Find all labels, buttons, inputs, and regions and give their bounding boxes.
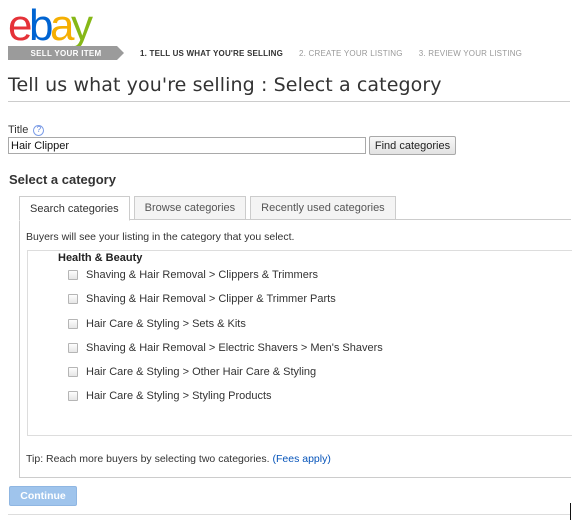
bottom-divider bbox=[8, 514, 570, 515]
ebay-logo[interactable]: e b a y bbox=[8, 1, 93, 50]
category-option[interactable]: Hair Care & Styling > Sets & Kits bbox=[68, 317, 246, 331]
category-checkbox[interactable] bbox=[68, 319, 78, 329]
category-option[interactable]: Shaving & Hair Removal > Clipper & Trimm… bbox=[68, 292, 336, 306]
progress-step-1: 1. TELL US WHAT YOU'RE SELLING bbox=[140, 48, 284, 58]
sell-your-item-badge: SELL YOUR ITEM bbox=[8, 46, 124, 60]
continue-button[interactable]: Continue bbox=[9, 486, 77, 506]
tab-search-categories[interactable]: Search categories bbox=[19, 196, 130, 221]
category-option-label: Shaving & Hair Removal > Electric Shaver… bbox=[86, 342, 383, 354]
find-categories-button[interactable]: Find categories bbox=[369, 136, 456, 155]
tab-recently-used-categories[interactable]: Recently used categories bbox=[250, 196, 396, 220]
text-cursor bbox=[570, 503, 571, 520]
help-icon[interactable]: ? bbox=[33, 124, 45, 136]
category-option[interactable]: Shaving & Hair Removal > Clippers & Trim… bbox=[68, 268, 318, 282]
tip-message: Tip: Reach more buyers by selecting two … bbox=[26, 453, 270, 465]
logo-letter-b: b bbox=[28, 1, 53, 50]
category-checkbox[interactable] bbox=[68, 294, 78, 304]
title-input[interactable] bbox=[8, 137, 366, 154]
search-categories-panel: Buyers will see your listing in the cate… bbox=[19, 219, 572, 478]
title-label: Title ? bbox=[8, 124, 45, 136]
category-option[interactable]: Shaving & Hair Removal > Electric Shaver… bbox=[68, 341, 383, 355]
category-results-box: Health & Beauty Shaving & Hair Removal >… bbox=[27, 250, 572, 436]
fees-apply-link[interactable]: (Fees apply) bbox=[272, 453, 330, 465]
category-option-label: Hair Care & Styling > Styling Products bbox=[86, 390, 272, 402]
page-title: Tell us what you're selling : Select a c… bbox=[8, 74, 442, 96]
category-tabs: Search categories Browse categories Rece… bbox=[19, 196, 400, 221]
tab-browse-categories[interactable]: Browse categories bbox=[133, 196, 247, 220]
tip-text: Tip: Reach more buyers by selecting two … bbox=[26, 453, 331, 465]
panel-intro-text: Buyers will see your listing in the cate… bbox=[26, 231, 295, 243]
progress-step-2: 2. CREATE YOUR LISTING bbox=[299, 48, 403, 58]
title-divider bbox=[8, 101, 570, 102]
select-category-heading: Select a category bbox=[9, 172, 116, 187]
listing-progress: SELL YOUR ITEM 1. TELL US WHAT YOU'RE SE… bbox=[8, 46, 530, 60]
category-option-label: Hair Care & Styling > Sets & Kits bbox=[86, 318, 246, 330]
category-checkbox[interactable] bbox=[68, 270, 78, 280]
category-option[interactable]: Hair Care & Styling > Other Hair Care & … bbox=[68, 365, 316, 379]
logo-letter-y: y bbox=[70, 1, 93, 50]
category-checkbox[interactable] bbox=[68, 391, 78, 401]
logo-letter-a: a bbox=[49, 1, 74, 50]
category-option-label: Hair Care & Styling > Other Hair Care & … bbox=[86, 366, 317, 378]
category-checkbox[interactable] bbox=[68, 343, 78, 353]
category-option-label: Shaving & Hair Removal > Clippers & Trim… bbox=[86, 269, 318, 281]
category-checkbox[interactable] bbox=[68, 367, 78, 377]
title-label-text: Title bbox=[8, 124, 29, 136]
logo-letter-e: e bbox=[8, 1, 32, 50]
category-option[interactable]: Hair Care & Styling > Styling Products bbox=[68, 389, 272, 403]
category-option-label: Shaving & Hair Removal > Clipper & Trimm… bbox=[86, 293, 336, 305]
category-group-title: Health & Beauty bbox=[58, 252, 143, 264]
progress-step-3: 3. REVIEW YOUR LISTING bbox=[418, 48, 523, 58]
